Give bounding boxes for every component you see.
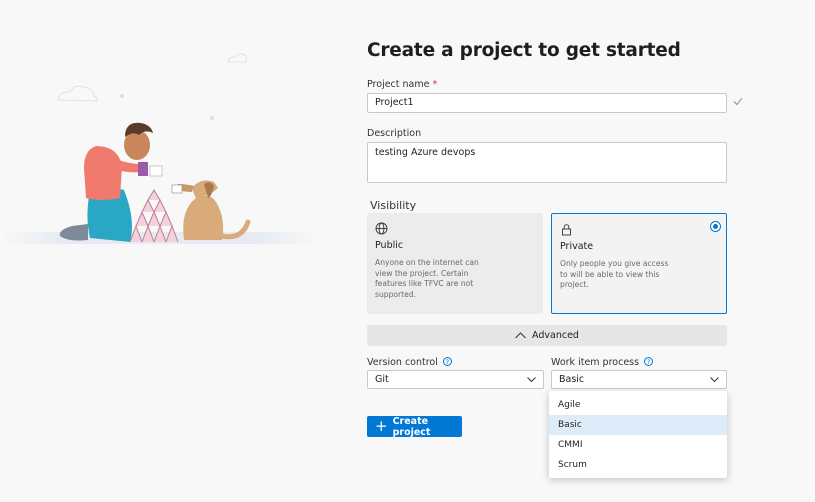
dog-figure bbox=[171, 180, 251, 240]
dropdown-option-scrum[interactable]: Scrum bbox=[549, 455, 727, 475]
description-textarea[interactable]: testing Azure devops bbox=[367, 142, 727, 183]
cloud-icon bbox=[57, 85, 98, 102]
chevron-down-icon bbox=[527, 377, 536, 383]
chevron-down-icon bbox=[710, 377, 719, 383]
page-title: Create a project to get started bbox=[367, 40, 681, 61]
version-control-value: Git bbox=[375, 374, 389, 385]
help-icon[interactable]: ? bbox=[442, 357, 452, 366]
plus-icon: + bbox=[375, 417, 388, 435]
visibility-public-title: Public bbox=[375, 240, 404, 251]
checkmark-icon bbox=[733, 97, 743, 106]
create-project-button[interactable]: + Create project bbox=[367, 415, 462, 438]
dropdown-option-agile[interactable]: Agile bbox=[549, 395, 727, 415]
work-item-process-label: Work item process? bbox=[551, 357, 654, 368]
cloud-icon bbox=[227, 53, 247, 63]
work-item-process-dropdown: Agile Basic CMMI Scrum bbox=[549, 391, 727, 478]
version-control-select[interactable]: Git bbox=[367, 370, 544, 389]
visibility-public-card[interactable]: Public Anyone on the internet can view t… bbox=[367, 213, 543, 314]
dropdown-option-basic[interactable]: Basic bbox=[549, 415, 727, 435]
visibility-public-description: Anyone on the internet can view the proj… bbox=[375, 258, 479, 299]
work-item-process-select[interactable]: Basic bbox=[551, 370, 727, 389]
advanced-toggle[interactable]: Advanced bbox=[367, 325, 727, 346]
globe-icon bbox=[375, 222, 388, 235]
version-control-label: Version control? bbox=[367, 357, 452, 368]
project-name-input[interactable]: Project1 bbox=[367, 93, 727, 113]
visibility-private-title: Private bbox=[560, 241, 594, 252]
project-name-label: Project name * bbox=[367, 79, 438, 90]
dropdown-option-cmmi[interactable]: CMMI bbox=[549, 435, 727, 455]
private-radio-selected[interactable] bbox=[710, 221, 721, 232]
create-project-label: Create project bbox=[392, 415, 431, 438]
work-item-process-value: Basic bbox=[559, 374, 585, 385]
required-marker: * bbox=[432, 79, 438, 90]
visibility-private-description: Only people you give access to will be a… bbox=[560, 259, 669, 289]
illustration bbox=[0, 53, 320, 244]
visibility-private-card[interactable]: Private Only people you give access to w… bbox=[551, 213, 727, 314]
chevron-up-icon bbox=[515, 332, 526, 339]
help-icon[interactable]: ? bbox=[644, 357, 654, 366]
lock-icon bbox=[562, 224, 571, 236]
visibility-label: Visibility bbox=[370, 199, 417, 212]
description-label: Description bbox=[367, 128, 422, 139]
advanced-label: Advanced bbox=[532, 330, 579, 341]
